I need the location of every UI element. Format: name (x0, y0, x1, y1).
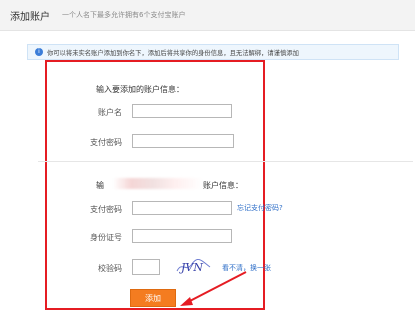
account-name-label: 账户名 (98, 108, 122, 117)
header-bar: 添加账户 一个人名下最多允许拥有6个支付宝账户 (0, 0, 415, 31)
account-section-title: 输入要添加的账户信息： (96, 85, 184, 94)
page-subtitle: 一个人名下最多允许拥有6个支付宝账户 (62, 11, 186, 19)
captcha-label: 校验码 (98, 264, 122, 273)
captcha-input[interactable] (132, 259, 160, 275)
owner-password-label: 支付密码 (90, 205, 122, 214)
arrow-annotation (180, 271, 247, 306)
account-name-input[interactable] (132, 104, 232, 118)
forgot-password-link[interactable]: 忘记支付密码? (237, 203, 283, 213)
owner-section-title-suffix: 账户信息： (203, 181, 243, 190)
section-divider (38, 161, 413, 162)
info-icon: i (35, 48, 43, 56)
id-number-input[interactable] (132, 229, 232, 243)
notice-text: 你可以将未实名账户添加到你名下，添加后将共享你的身份信息，且无法解绑，请谨慎添加 (47, 50, 299, 57)
redacted-text (113, 178, 203, 189)
owner-section-title-prefix: 输 (96, 181, 104, 190)
owner-password-input[interactable] (132, 201, 232, 215)
add-button[interactable]: 添加 (130, 289, 176, 307)
account-password-label: 支付密码 (90, 138, 122, 147)
notice-banner: i 你可以将未实名账户添加到你名下，添加后将共享你的身份信息，且无法解绑，请谨慎… (27, 44, 399, 60)
id-number-label: 身份证号 (90, 233, 122, 242)
account-password-input[interactable] (132, 134, 234, 148)
page-title: 添加账户 (10, 12, 50, 23)
